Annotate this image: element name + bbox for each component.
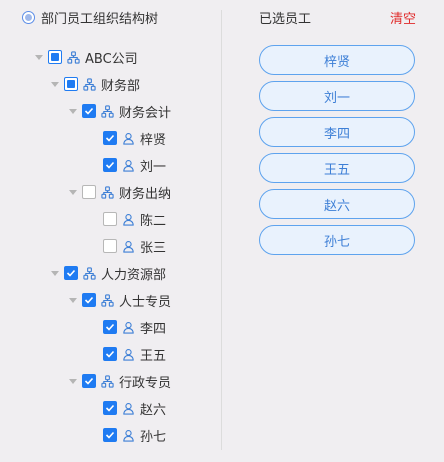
checkbox-person[interactable] — [103, 347, 117, 361]
tree-node-label: 财务会计 — [119, 105, 172, 121]
selected-chip[interactable]: 李四 — [259, 117, 415, 147]
tree-node-label: 刘一 — [140, 159, 167, 175]
tree-node-person[interactable]: 赵六 — [103, 397, 166, 419]
tree-node-cashier[interactable]: 财务出纳 — [67, 181, 171, 203]
user-icon — [121, 212, 135, 226]
tree-node-label: ABC公司 — [85, 51, 138, 67]
tree-node-label: 王五 — [140, 348, 167, 364]
user-icon — [121, 347, 135, 361]
selected-chip[interactable]: 王五 — [259, 153, 415, 183]
tree-node-finance[interactable]: 财务部 — [49, 73, 140, 95]
caret-down-icon[interactable] — [67, 375, 79, 387]
tree-radio-icon[interactable] — [22, 10, 35, 24]
tree-node-person[interactable]: 梓贤 — [103, 127, 166, 149]
checkbox-accounting[interactable] — [82, 104, 96, 118]
org-tree-panel: 部门员工组织结构树 ABC公司 财务部 财务会计 梓贤 刘一 财务出纳 陈二 张… — [0, 0, 221, 462]
selected-chip[interactable]: 刘一 — [259, 81, 415, 111]
org-icon — [100, 293, 114, 307]
checkbox-person[interactable] — [103, 239, 117, 253]
checkbox-person[interactable] — [103, 131, 117, 145]
tree-node-person[interactable]: 刘一 — [103, 154, 166, 176]
user-icon — [121, 401, 135, 415]
tree-node-label: 张三 — [140, 240, 167, 256]
tree-node-admin[interactable]: 行政专员 — [67, 370, 171, 392]
user-icon — [121, 158, 135, 172]
org-icon — [100, 185, 114, 199]
tree-node-label: 人士专员 — [119, 294, 172, 310]
user-icon — [121, 131, 135, 145]
org-icon — [100, 104, 114, 118]
org-icon — [66, 50, 80, 64]
tree-node-person[interactable]: 李四 — [103, 316, 166, 338]
tree-node-abc[interactable]: ABC公司 — [33, 46, 138, 68]
checkbox-cashier[interactable] — [82, 185, 96, 199]
checkbox-person[interactable] — [103, 212, 117, 226]
caret-down-icon[interactable] — [67, 294, 79, 306]
checkbox-finance[interactable] — [64, 77, 78, 91]
tree-node-label: 陈二 — [140, 213, 167, 229]
tree-node-label: 财务出纳 — [119, 186, 172, 202]
selected-chip[interactable]: 赵六 — [259, 189, 415, 219]
caret-down-icon[interactable] — [49, 267, 61, 279]
org-icon — [82, 266, 96, 280]
org-icon — [100, 374, 114, 388]
checkbox-person[interactable] — [103, 428, 117, 442]
tree-node-label: 孙七 — [140, 429, 167, 445]
caret-down-icon[interactable] — [49, 78, 61, 90]
checkbox-personnel[interactable] — [82, 293, 96, 307]
tree-node-hr[interactable]: 人力资源部 — [49, 262, 166, 284]
selected-chip[interactable]: 孙七 — [259, 225, 415, 255]
user-icon — [121, 320, 135, 334]
selected-chip[interactable]: 梓贤 — [259, 45, 415, 75]
tree-node-label: 赵六 — [140, 402, 167, 418]
caret-down-icon[interactable] — [67, 186, 79, 198]
user-icon — [121, 428, 135, 442]
selected-panel: 已选员工 清空 梓贤 刘一 李四 王五 赵六 孙七 — [222, 0, 444, 462]
tree-node-person[interactable]: 陈二 — [103, 208, 166, 230]
checkbox-person[interactable] — [103, 401, 117, 415]
user-icon — [121, 239, 135, 253]
tree-title: 部门员工组织结构树 — [41, 11, 159, 27]
selected-title: 已选员工 — [259, 12, 312, 27]
tree-node-label: 李四 — [140, 321, 167, 337]
checkbox-person[interactable] — [103, 320, 117, 334]
caret-down-icon[interactable] — [67, 105, 79, 117]
caret-down-icon[interactable] — [33, 51, 45, 63]
clear-button[interactable]: 清空 — [390, 8, 416, 27]
tree-node-label: 财务部 — [101, 78, 141, 94]
tree-node-label: 梓贤 — [140, 132, 167, 148]
org-icon — [82, 77, 96, 91]
tree-node-accounting[interactable]: 财务会计 — [67, 100, 171, 122]
checkbox-abc[interactable] — [48, 50, 62, 64]
tree-node-person[interactable]: 孙七 — [103, 424, 166, 446]
tree-node-label: 行政专员 — [119, 375, 172, 391]
tree-node-person[interactable]: 张三 — [103, 235, 166, 257]
checkbox-hr[interactable] — [64, 266, 78, 280]
tree-node-person[interactable]: 王五 — [103, 343, 166, 365]
tree-node-personnel[interactable]: 人士专员 — [67, 289, 171, 311]
tree-header: 部门员工组织结构树 — [22, 7, 158, 27]
checkbox-person[interactable] — [103, 158, 117, 172]
tree-node-label: 人力资源部 — [101, 267, 167, 283]
checkbox-admin[interactable] — [82, 374, 96, 388]
